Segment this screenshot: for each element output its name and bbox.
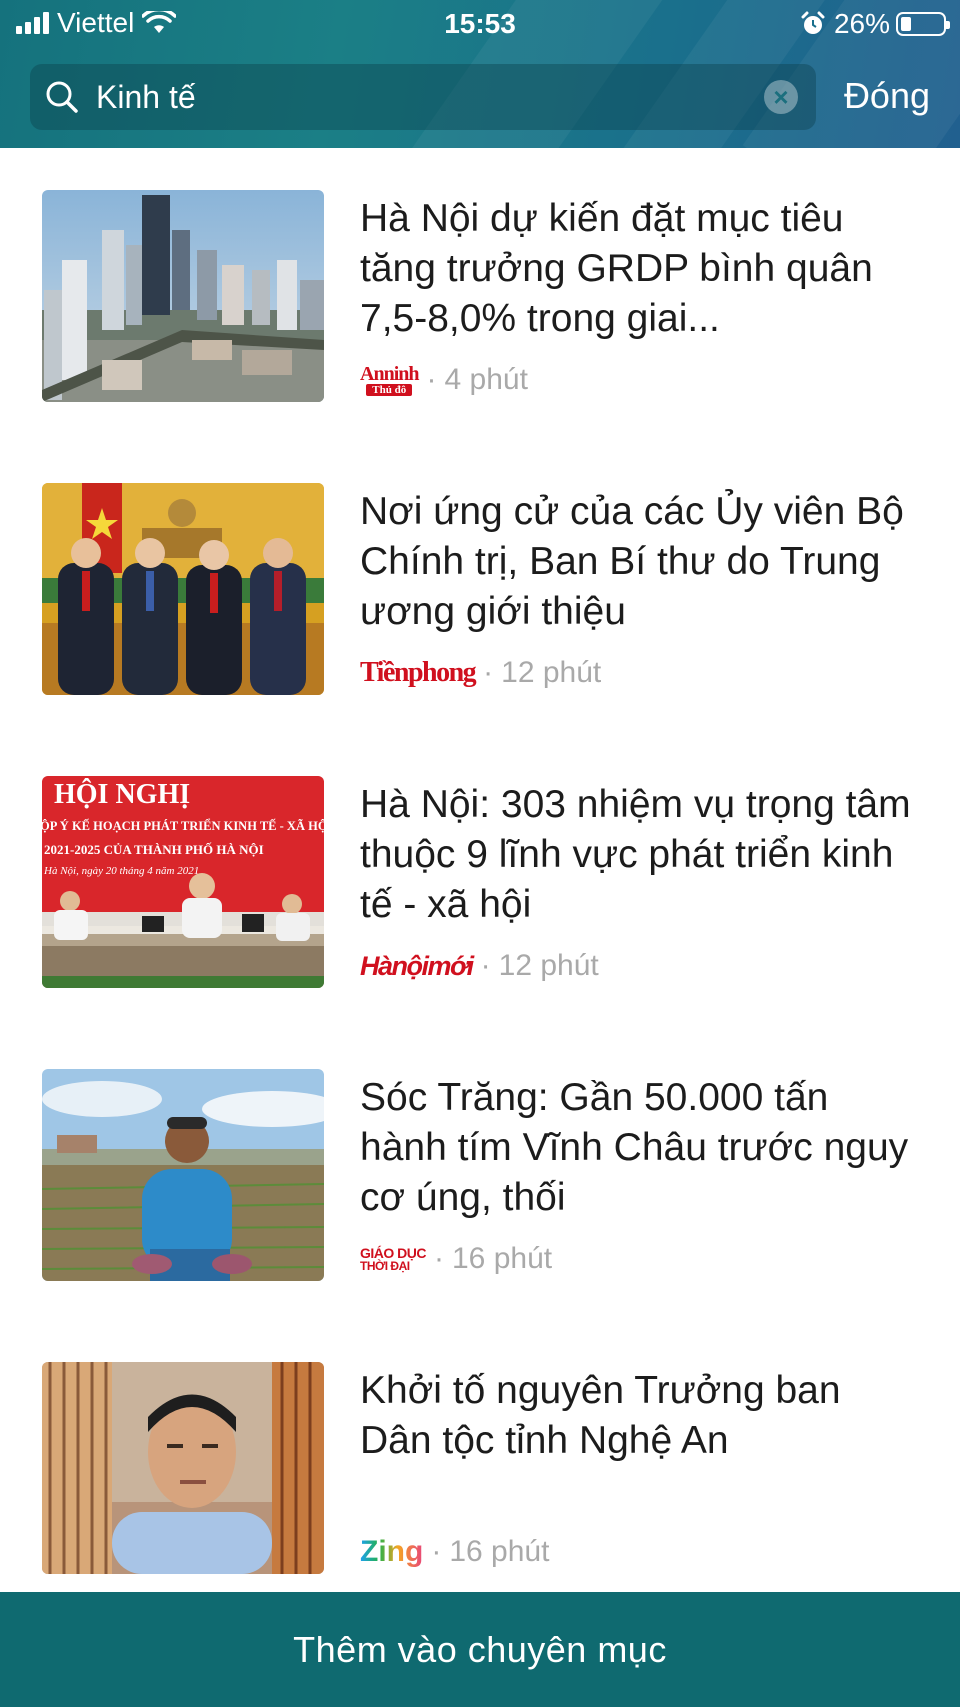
meta-separator: · <box>480 949 491 982</box>
article-title[interactable]: Hà Nội: 303 nhiệm vụ trọng tâm thuộc 9 l… <box>360 780 920 930</box>
meta-separator: · <box>426 363 437 396</box>
source-logo: Hànộimới <box>360 950 474 981</box>
cellular-signal-icon <box>16 12 49 34</box>
add-to-category-button[interactable]: Thêm vào chuyên mục <box>0 1592 960 1707</box>
battery-icon <box>896 12 950 36</box>
leaders-image <box>42 483 324 695</box>
official-portrait-image <box>42 1362 324 1574</box>
article-thumbnail[interactable] <box>42 1362 324 1574</box>
source-logo: GIÁO DỤC THỜI ĐẠI <box>360 1245 427 1273</box>
article-meta: Tiềnphong · 12 phút <box>360 653 601 693</box>
article-time: 12 phút <box>498 949 599 982</box>
article-thumbnail[interactable] <box>42 190 324 402</box>
article-meta: Hànộimới · 12 phút <box>360 946 599 986</box>
status-bar: Viettel 15:53 26% <box>0 0 960 50</box>
article-thumbnail[interactable] <box>42 1069 324 1281</box>
source-logo-subtext: Thủ đô <box>366 384 413 396</box>
clear-search-button[interactable]: × <box>764 80 798 114</box>
article-title[interactable]: Khởi tố nguyên Trưởng ban Dân tộc tỉnh N… <box>360 1366 920 1466</box>
top-header: Viettel 15:53 26% Kinh tế × Đóng <box>0 0 960 148</box>
close-search-button[interactable]: Đóng <box>844 74 930 118</box>
meta-separator: · <box>483 656 494 689</box>
news-item[interactable]: Nơi ứng cử của các Ủy viên Bộ Chính trị,… <box>0 483 960 713</box>
article-title[interactable]: Hà Nội dự kiến đặt mục tiêu tăng trưởng … <box>360 194 920 344</box>
news-item[interactable]: Sóc Trăng: Gần 50.000 tấn hành tím Vĩnh … <box>0 1069 960 1299</box>
close-icon: × <box>773 82 789 112</box>
battery-percentage: 26% <box>833 8 890 39</box>
alarm-icon <box>801 11 825 34</box>
search-query[interactable]: Kinh tế <box>96 78 196 116</box>
source-logo-text: GIÁO DỤC <box>360 1245 427 1261</box>
source-logo-text: Zing <box>360 1535 424 1568</box>
source-logo: Anninh Thủ đô <box>360 364 419 396</box>
wifi-icon <box>142 11 177 33</box>
article-meta: Anninh Thủ đô · 4 phút <box>360 360 528 400</box>
news-item[interactable]: Khởi tố nguyên Trưởng ban Dân tộc tỉnh N… <box>0 1362 960 1592</box>
article-time: 16 phút <box>452 1242 553 1275</box>
article-thumbnail[interactable]: HỘI NGHỊ ỘP Ý KẾ HOẠCH PHÁT TRIỂN KINH T… <box>42 776 324 988</box>
article-title[interactable]: Sóc Trăng: Gần 50.000 tấn hành tím Vĩnh … <box>360 1073 920 1223</box>
news-item[interactable]: HỘI NGHỊ ỘP Ý KẾ HOẠCH PHÁT TRIỂN KINH T… <box>0 776 960 1006</box>
meta-separator: · <box>431 1535 442 1568</box>
battery-level <box>901 17 911 31</box>
article-meta: GIÁO DỤC THỜI ĐẠI · 16 phút <box>360 1239 552 1279</box>
article-time: 4 phút <box>444 363 528 396</box>
article-time: 12 phút <box>501 656 602 689</box>
news-item[interactable]: Hà Nội dự kiến đặt mục tiêu tăng trưởng … <box>0 190 960 420</box>
article-time: 16 phút <box>449 1535 550 1568</box>
carrier-name: Viettel <box>57 7 135 38</box>
article-thumbnail[interactable] <box>42 483 324 695</box>
farmer-image <box>42 1069 324 1281</box>
meta-separator: · <box>434 1242 444 1275</box>
city-skyline-image <box>42 190 324 402</box>
article-meta: Zing · 16 phút <box>360 1532 549 1572</box>
article-title[interactable]: Nơi ứng cử của các Ủy viên Bộ Chính trị,… <box>360 487 920 637</box>
source-logo: Tiềnphong <box>360 657 477 688</box>
search-input[interactable]: Kinh tế × <box>30 64 816 130</box>
source-logo-subtext: THỜI ĐẠI <box>360 1259 410 1273</box>
conference-scene-image <box>42 873 324 988</box>
search-icon <box>46 81 78 113</box>
source-logo-text: Anninh <box>360 363 419 385</box>
source-logo: Zing <box>360 1535 423 1569</box>
